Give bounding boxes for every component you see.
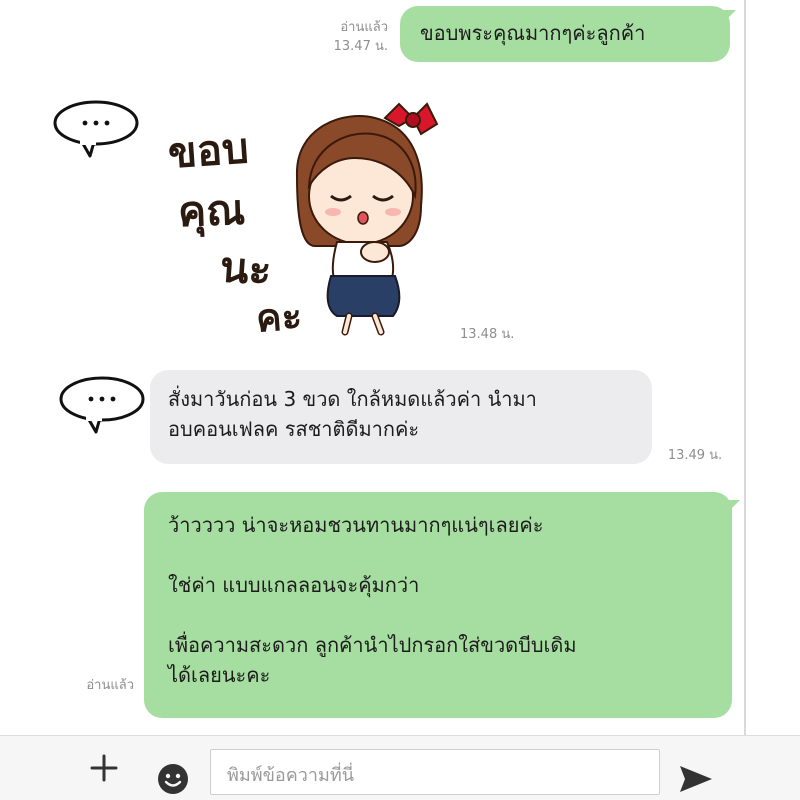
sticker-girl-illustration — [295, 102, 439, 336]
screen-divider — [744, 0, 746, 800]
send-button[interactable] — [676, 762, 716, 796]
message-input-placeholder: พิมพ์ข้อความที่นี่ — [227, 765, 355, 786]
message-text-line: อบคอนเฟลค รสชาติดีมากค่ะ — [168, 417, 420, 441]
message-time: 13.49 น. — [667, 448, 723, 463]
message-input[interactable]: พิมพ์ข้อความที่นี่ — [210, 749, 660, 795]
sticker-message[interactable]: ขอบ คุณ นะ คะ — [160, 96, 460, 346]
emoji-button[interactable] — [157, 763, 189, 795]
add-attachment-button[interactable] — [86, 750, 122, 786]
read-label: อ่านแล้ว — [86, 678, 134, 693]
message-text-line — [168, 540, 708, 570]
read-label: อ่านแล้ว — [340, 20, 388, 35]
sticker-word-1: ขอบ — [166, 123, 251, 178]
sender-avatar[interactable] — [50, 96, 142, 158]
message-time: 13.48 น. — [460, 327, 515, 342]
message-text-line: สั่งมาวันก่อน 3 ขวด ใกล้หมดแล้วค่า นำมา — [168, 387, 537, 411]
outgoing-message-bubble[interactable]: ขอบพระคุณมากๆค่ะลูกค้า — [400, 6, 730, 62]
thought-bubble-icon — [59, 376, 145, 434]
message-text-line: ใช่ค่า แบบแกลลอนจะคุ้มกว่า — [168, 573, 420, 597]
incoming-message-bubble[interactable]: สั่งมาวันก่อน 3 ขวด ใกล้หมดแล้วค่า นำมา … — [150, 370, 652, 464]
bubble-tail — [726, 500, 740, 514]
message-text-line: ว้าวววว น่าจะหอมชวนทานมากๆแน่ๆเลยค่ะ — [168, 513, 544, 537]
send-icon — [680, 766, 712, 792]
chat-message-area: อ่านแล้ว 13.47 น. ขอบพระคุณมากๆค่ะลูกค้า… — [0, 0, 800, 735]
thought-bubble-icon — [53, 100, 139, 158]
message-text-line — [168, 600, 708, 630]
message-text-line: เพื่อความสะดวก ลูกค้านำไปกรอกใส่ขวดบีบเด… — [168, 633, 577, 657]
message-text: ขอบพระคุณมากๆค่ะลูกค้า — [420, 21, 646, 45]
smiley-icon — [158, 764, 188, 794]
outgoing-message-bubble[interactable]: ว้าวววว น่าจะหอมชวนทานมากๆแน่ๆเลยค่ะ ใช่… — [144, 492, 732, 718]
read-receipt: อ่านแล้ว 13.47 น. — [300, 18, 388, 56]
message-text-line: ได้เลยนะคะ — [168, 663, 271, 687]
plus-icon — [90, 754, 118, 782]
sender-avatar[interactable] — [56, 372, 148, 434]
message-time: 13.47 น. — [333, 39, 388, 54]
